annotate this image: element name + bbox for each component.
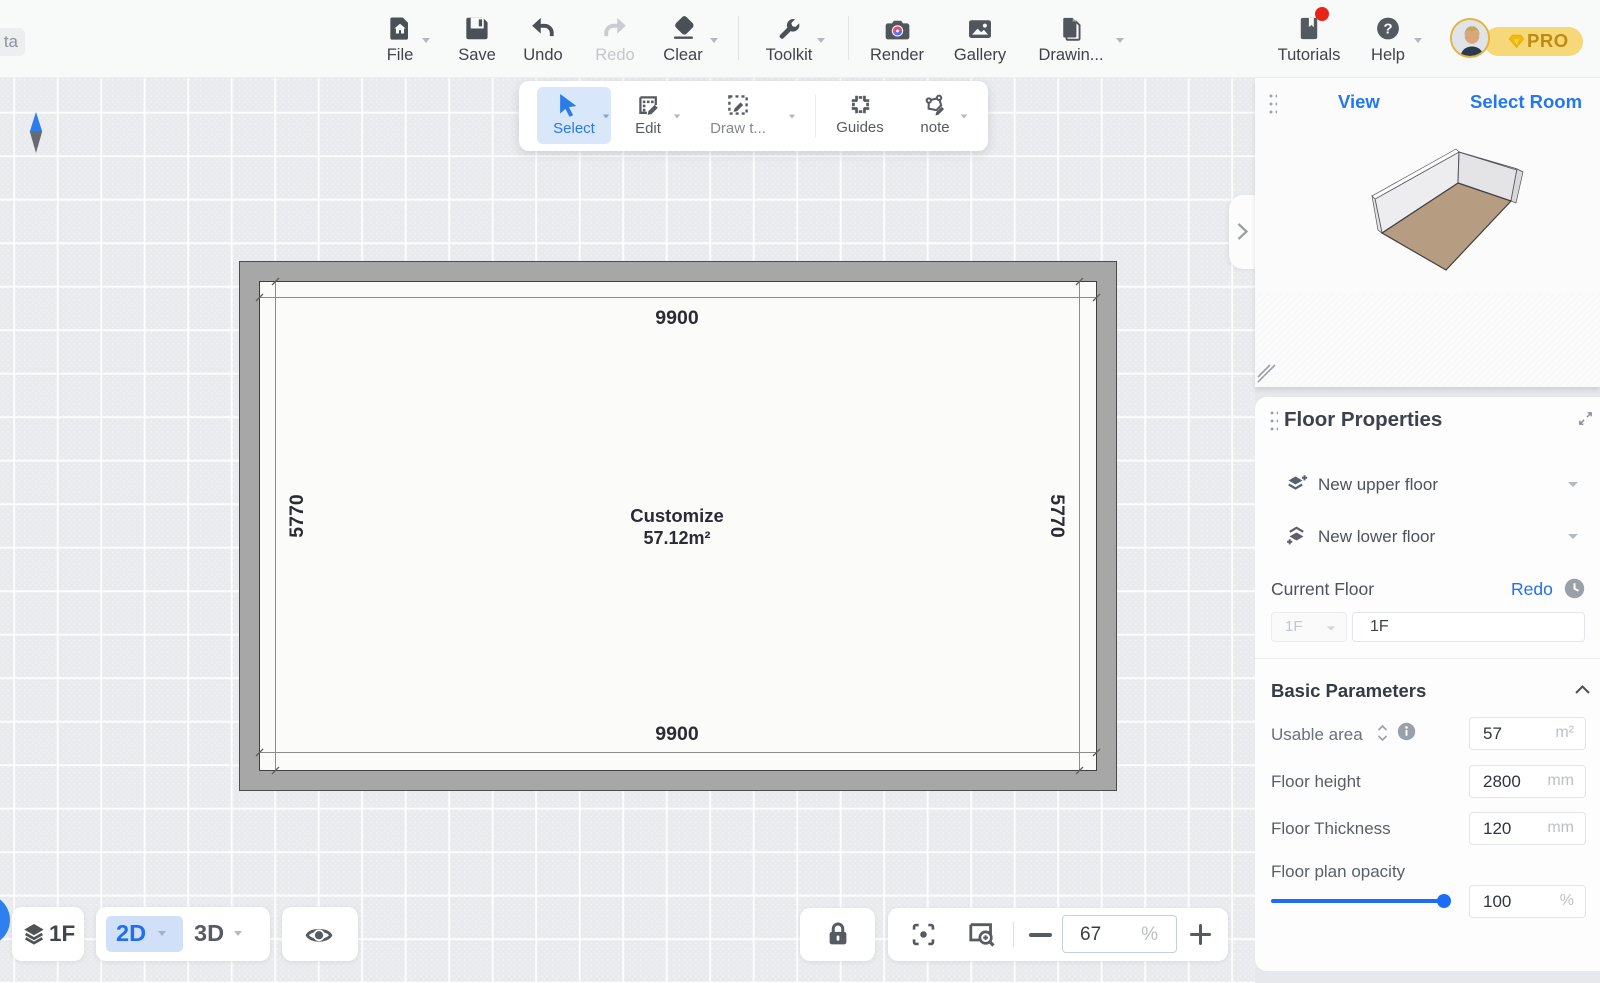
svg-text:5770: 5770	[1046, 494, 1068, 538]
svg-text:57.12m²: 57.12m²	[643, 528, 710, 548]
svg-text:Customize: Customize	[630, 505, 724, 526]
svg-text:?: ?	[1383, 21, 1392, 38]
svg-text:9900: 9900	[655, 307, 699, 329]
svg-text:5770: 5770	[286, 494, 308, 538]
svg-text:9900: 9900	[655, 723, 699, 745]
